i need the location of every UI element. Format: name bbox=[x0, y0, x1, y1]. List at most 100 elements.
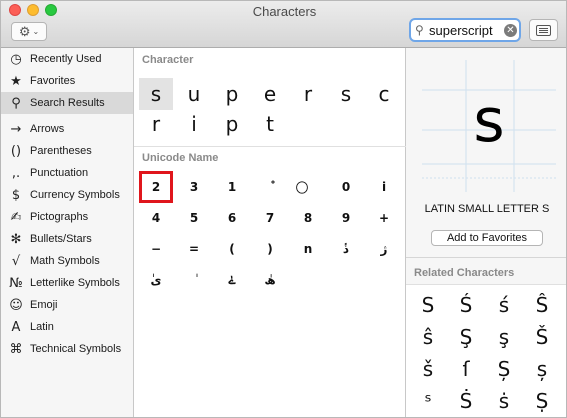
search-input[interactable]: superscript bbox=[429, 23, 503, 38]
latin-a-icon: A bbox=[11, 319, 21, 335]
sidebar-item-pictographs[interactable]: ✍ Pictographs bbox=[1, 206, 133, 228]
related-character-cell[interactable]: š bbox=[410, 354, 446, 384]
selected-glyph: s bbox=[473, 86, 505, 156]
add-to-favorites-button[interactable]: Add to Favorites bbox=[431, 230, 543, 246]
related-character-cell[interactable]: Ṣ bbox=[524, 386, 560, 416]
smiley-icon: ☺ bbox=[9, 297, 23, 313]
character-cell[interactable]: s bbox=[329, 78, 363, 110]
unicode-character-cell[interactable]: 8 bbox=[291, 202, 325, 234]
unicode-character-cell[interactable]: 3 bbox=[177, 171, 211, 203]
keyboard-icon bbox=[536, 24, 551, 36]
clock-icon: ◷ bbox=[10, 51, 22, 67]
character-browser: Character Unicode Name superscript231ْ⃝0… bbox=[134, 48, 406, 417]
clear-search-icon[interactable]: ✕ bbox=[504, 23, 517, 37]
character-cell[interactable]: p bbox=[215, 78, 249, 110]
unicode-character-cell[interactable]: ٰ bbox=[177, 264, 211, 296]
bullet-star-icon: ✻ bbox=[10, 231, 22, 247]
unicode-character-cell[interactable]: 4 bbox=[139, 202, 173, 234]
related-character-cell[interactable]: ś bbox=[486, 290, 522, 320]
related-character-cell[interactable]: Ś bbox=[448, 290, 484, 320]
sidebar-item-favorites[interactable]: ★ Favorites bbox=[1, 70, 133, 92]
related-character-cell[interactable]: ṡ bbox=[486, 386, 522, 416]
search-field[interactable]: ⚲ superscript ✕ bbox=[409, 18, 521, 42]
sidebar-item-label: Recently Used bbox=[30, 53, 102, 65]
related-character-cell[interactable]: S bbox=[410, 290, 446, 320]
related-character-cell[interactable]: ș bbox=[524, 354, 560, 384]
unicode-character-cell[interactable]: ) bbox=[253, 233, 287, 265]
unicode-character-cell[interactable]: 0 bbox=[329, 171, 363, 203]
chevron-down-icon: ⌄ bbox=[32, 26, 40, 36]
unicode-character-cell[interactable]: ھٰ bbox=[253, 264, 287, 296]
sidebar-item-label: Latin bbox=[30, 321, 54, 333]
sidebar-item-latin[interactable]: A Latin bbox=[1, 316, 133, 338]
unicode-character-cell[interactable]: 9 bbox=[329, 202, 363, 234]
character-section-header: Character bbox=[142, 54, 194, 66]
related-character-cell[interactable]: ˢ bbox=[410, 386, 446, 416]
related-character-cell[interactable]: Ș bbox=[486, 354, 522, 384]
character-cell[interactable]: r bbox=[291, 78, 325, 110]
sidebar-item-label: Punctuation bbox=[30, 167, 89, 179]
unicode-character-cell[interactable]: ( bbox=[215, 233, 249, 265]
command-icon: ⌘ bbox=[9, 341, 23, 357]
related-character-cell[interactable]: ſ bbox=[448, 354, 484, 384]
numero-icon: № bbox=[9, 275, 23, 291]
sidebar-item-punctuation[interactable]: ,. Punctuation bbox=[1, 162, 133, 184]
title-bar: Characters ⚙ ⌄ ⚲ superscript ✕ bbox=[1, 1, 566, 48]
unicode-character-cell[interactable]: ےٰ bbox=[215, 264, 249, 296]
related-character-cell[interactable]: Š bbox=[524, 322, 560, 352]
character-cell[interactable]: r bbox=[139, 108, 173, 140]
parentheses-icon: () bbox=[10, 143, 22, 159]
sidebar-item-label: Favorites bbox=[30, 75, 76, 87]
sidebar-item-currency-symbols[interactable]: $ Currency Symbols bbox=[1, 184, 133, 206]
sidebar-item-arrows[interactable]: → Arrows bbox=[1, 118, 133, 140]
gear-icon: ⚙ bbox=[18, 24, 31, 39]
sidebar-item-bullets-stars[interactable]: ✻ Bullets/Stars bbox=[1, 228, 133, 250]
related-character-cell[interactable]: ŝ bbox=[410, 322, 446, 352]
unicode-character-cell[interactable]: ژ bbox=[367, 233, 401, 265]
sidebar-item-parentheses[interactable]: () Parentheses bbox=[1, 140, 133, 162]
unicode-character-cell[interactable]: ْ bbox=[253, 171, 287, 203]
sidebar-item-label: Letterlike Symbols bbox=[30, 277, 120, 289]
sidebar-item-technical-symbols[interactable]: ⌘ Technical Symbols bbox=[1, 338, 133, 360]
glyph-preview: s bbox=[422, 60, 556, 192]
character-cell[interactable]: c bbox=[367, 78, 401, 110]
unicode-character-cell[interactable]: i bbox=[367, 171, 401, 203]
character-cell[interactable]: u bbox=[177, 78, 211, 110]
character-cell[interactable]: e bbox=[253, 78, 287, 110]
category-sidebar: ◷ Recently Used ★ Favorites ⚲ Search Results →… bbox=[1, 48, 134, 417]
related-character-cell[interactable]: Ŝ bbox=[524, 290, 560, 320]
unicode-character-cell[interactable]: 5 bbox=[177, 202, 211, 234]
related-character-cell[interactable]: Ş bbox=[448, 322, 484, 352]
unicode-character-cell[interactable]: 1 bbox=[215, 171, 249, 203]
sidebar-item-math-symbols[interactable]: √ Math Symbols bbox=[1, 250, 133, 272]
character-cell[interactable]: p bbox=[215, 108, 249, 140]
character-name: LATIN SMALL LETTER S bbox=[424, 203, 550, 215]
sidebar-item-label: Search Results bbox=[30, 97, 105, 109]
window-title: Characters bbox=[252, 4, 317, 19]
action-menu-button[interactable]: ⚙ ⌄ bbox=[11, 22, 47, 41]
character-cell[interactable]: t bbox=[253, 108, 287, 140]
square-root-icon: √ bbox=[11, 253, 21, 269]
sidebar-item-recently-used[interactable]: ◷ Recently Used bbox=[1, 48, 133, 70]
unicode-character-cell[interactable]: − bbox=[139, 233, 173, 265]
pictograph-icon: ✍ bbox=[10, 209, 22, 225]
unicode-character-cell[interactable]: 2 bbox=[139, 171, 173, 203]
sidebar-item-emoji[interactable]: ☺ Emoji bbox=[1, 294, 133, 316]
related-character-cell[interactable]: Ṡ bbox=[448, 386, 484, 416]
sidebar-item-search-results[interactable]: ⚲ Search Results bbox=[1, 92, 133, 114]
unicode-character-cell[interactable]: n bbox=[291, 233, 325, 265]
related-character-cell[interactable]: ş bbox=[486, 322, 522, 352]
unicode-character-cell[interactable]: + bbox=[367, 202, 401, 234]
sidebar-item-label: Currency Symbols bbox=[30, 189, 120, 201]
toggle-view-button[interactable] bbox=[529, 19, 558, 41]
unicode-character-cell[interactable]: ⃝ bbox=[291, 171, 325, 203]
unicode-character-cell[interactable]: ٰی bbox=[139, 264, 173, 296]
sidebar-item-letterlike-symbols[interactable]: № Letterlike Symbols bbox=[1, 272, 133, 294]
character-cell[interactable]: i bbox=[177, 108, 211, 140]
unicode-character-cell[interactable]: 6 bbox=[215, 202, 249, 234]
unicode-character-cell[interactable]: ٔذ bbox=[329, 233, 363, 265]
character-cell[interactable]: s bbox=[139, 78, 173, 110]
unicode-character-cell[interactable]: = bbox=[177, 233, 211, 265]
unicode-character-cell[interactable]: 7 bbox=[253, 202, 287, 234]
search-icon: ⚲ bbox=[415, 23, 424, 37]
